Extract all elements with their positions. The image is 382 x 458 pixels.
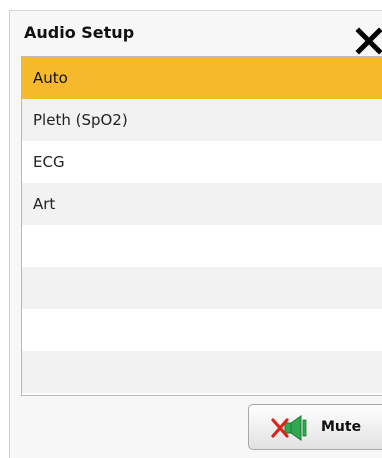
list-item-empty[interactable] (22, 225, 382, 267)
list-item-art[interactable]: Art (22, 183, 382, 225)
audio-setup-dialog: Audio Setup Auto Pleth (SpO2) ECG Art Mu… (9, 10, 382, 458)
audio-source-list: Auto Pleth (SpO2) ECG Art (21, 56, 382, 396)
speaker-muted-icon (271, 415, 307, 441)
list-item-auto[interactable]: Auto (22, 57, 382, 99)
mute-button[interactable]: Mute (248, 404, 382, 450)
close-icon[interactable] (355, 27, 382, 55)
list-item-ecg[interactable]: ECG (22, 141, 382, 183)
list-item-empty[interactable] (22, 351, 382, 393)
mute-label: Mute (321, 419, 362, 435)
list-item-pleth-spo2[interactable]: Pleth (SpO2) (22, 99, 382, 141)
list-item-empty[interactable] (22, 309, 382, 351)
list-item-empty[interactable] (22, 267, 382, 309)
dialog-title: Audio Setup (24, 23, 135, 42)
